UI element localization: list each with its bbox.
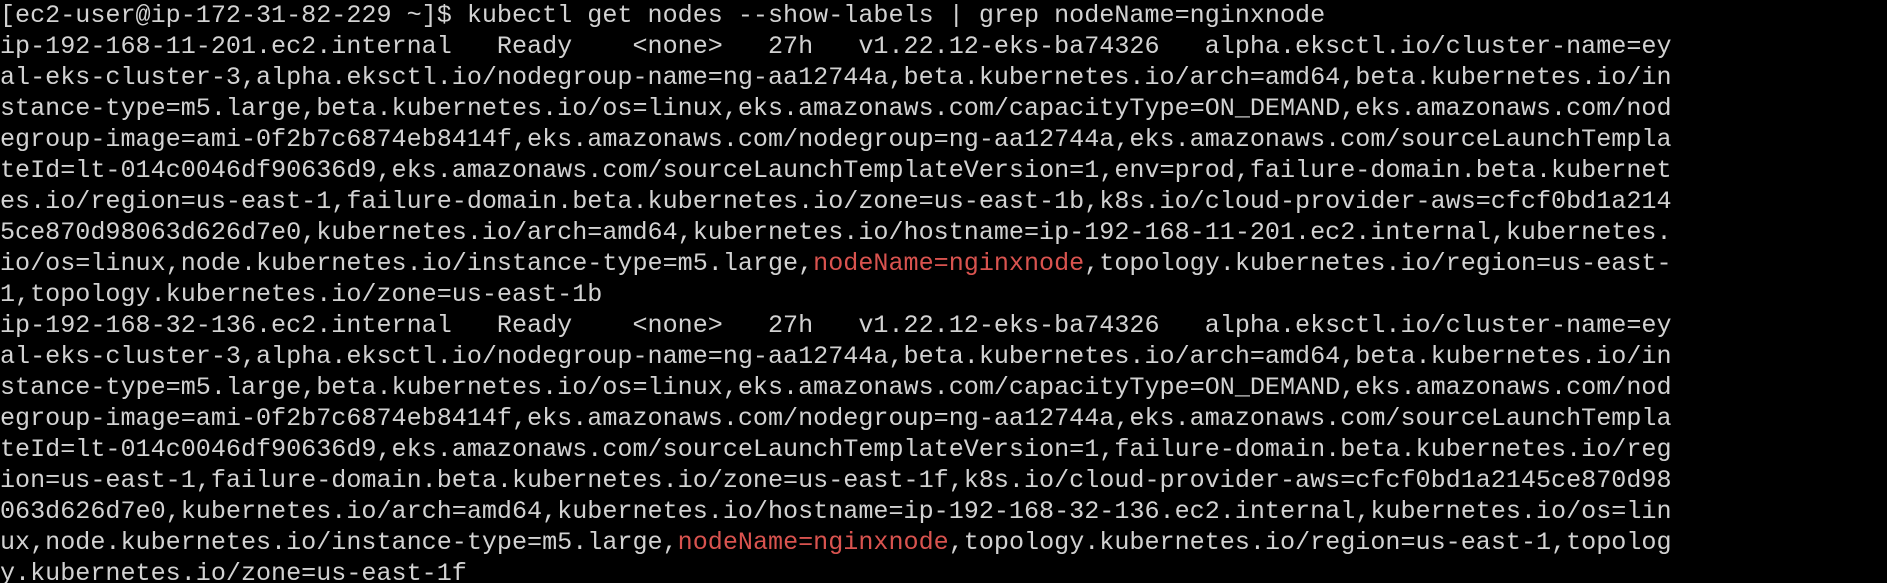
match-highlight: nodeName=nginxnode: [813, 249, 1085, 278]
line-text: es.io/region=us-east-1,failure-domain.be…: [0, 187, 1672, 216]
line-text: ip-192-168-32-136.ec2.internal Ready <no…: [0, 311, 1672, 340]
match-highlight: nodeName=nginxnode: [677, 528, 949, 557]
output-line: io/os=linux,node.kubernetes.io/instance-…: [0, 248, 1887, 279]
line-text: 1,topology.kubernetes.io/zone=us-east-1b: [0, 280, 603, 309]
line-text: y.kubernetes.io/zone=us-east-1f: [0, 559, 467, 583]
output-line: al-eks-cluster-3,alpha.eksctl.io/nodegro…: [0, 341, 1887, 372]
line-text: egroup-image=ami-0f2b7c6874eb8414f,eks.a…: [0, 125, 1672, 154]
output-line: teId=lt-014c0046df90636d9,eks.amazonaws.…: [0, 155, 1887, 186]
output-line: stance-type=m5.large,beta.kubernetes.io/…: [0, 372, 1887, 403]
terminal-window[interactable]: [ec2-user@ip-172-31-82-229 ~]$ kubectl g…: [0, 0, 1887, 583]
line-text: egroup-image=ami-0f2b7c6874eb8414f,eks.a…: [0, 404, 1672, 433]
line-text: 063d626d7e0,kubernetes.io/arch=amd64,kub…: [0, 497, 1672, 526]
line-text: ip-192-168-11-201.ec2.internal Ready <no…: [0, 32, 1672, 61]
line-text: teId=lt-014c0046df90636d9,eks.amazonaws.…: [0, 156, 1672, 185]
output-line: 063d626d7e0,kubernetes.io/arch=amd64,kub…: [0, 496, 1887, 527]
line-text: ,topology.kubernetes.io/region=us-east-1…: [948, 528, 1672, 557]
command-line: [ec2-user@ip-172-31-82-229 ~]$ kubectl g…: [0, 0, 1887, 31]
line-text: stance-type=m5.large,beta.kubernetes.io/…: [0, 94, 1672, 123]
output-line: es.io/region=us-east-1,failure-domain.be…: [0, 186, 1887, 217]
line-text: al-eks-cluster-3,alpha.eksctl.io/nodegro…: [0, 342, 1672, 371]
line-text: io/os=linux,node.kubernetes.io/instance-…: [0, 249, 814, 278]
output-line: 5ce870d98063d626d7e0,kubernetes.io/arch=…: [0, 217, 1887, 248]
line-text: al-eks-cluster-3,alpha.eksctl.io/nodegro…: [0, 63, 1672, 92]
output-line: ip-192-168-32-136.ec2.internal Ready <no…: [0, 310, 1887, 341]
output-line: al-eks-cluster-3,alpha.eksctl.io/nodegro…: [0, 62, 1887, 93]
line-text: 5ce870d98063d626d7e0,kubernetes.io/arch=…: [0, 218, 1672, 247]
output-line: ip-192-168-11-201.ec2.internal Ready <no…: [0, 31, 1887, 62]
output-line: egroup-image=ami-0f2b7c6874eb8414f,eks.a…: [0, 124, 1887, 155]
line-text: ion=us-east-1,failure-domain.beta.kubern…: [0, 466, 1672, 495]
line-text: stance-type=m5.large,beta.kubernetes.io/…: [0, 373, 1672, 402]
line-text: ,topology.kubernetes.io/region=us-east-: [1084, 249, 1672, 278]
output-line: teId=lt-014c0046df90636d9,eks.amazonaws.…: [0, 434, 1887, 465]
output-line: y.kubernetes.io/zone=us-east-1f: [0, 558, 1887, 583]
output-line: ion=us-east-1,failure-domain.beta.kubern…: [0, 465, 1887, 496]
line-text: ux,node.kubernetes.io/instance-type=m5.l…: [0, 528, 678, 557]
output-line: ux,node.kubernetes.io/instance-type=m5.l…: [0, 527, 1887, 558]
output-line: stance-type=m5.large,beta.kubernetes.io/…: [0, 93, 1887, 124]
line-text: teId=lt-014c0046df90636d9,eks.amazonaws.…: [0, 435, 1672, 464]
output-line: 1,topology.kubernetes.io/zone=us-east-1b: [0, 279, 1887, 310]
output-line: egroup-image=ami-0f2b7c6874eb8414f,eks.a…: [0, 403, 1887, 434]
line-text: [ec2-user@ip-172-31-82-229 ~]$ kubectl g…: [0, 1, 1326, 30]
